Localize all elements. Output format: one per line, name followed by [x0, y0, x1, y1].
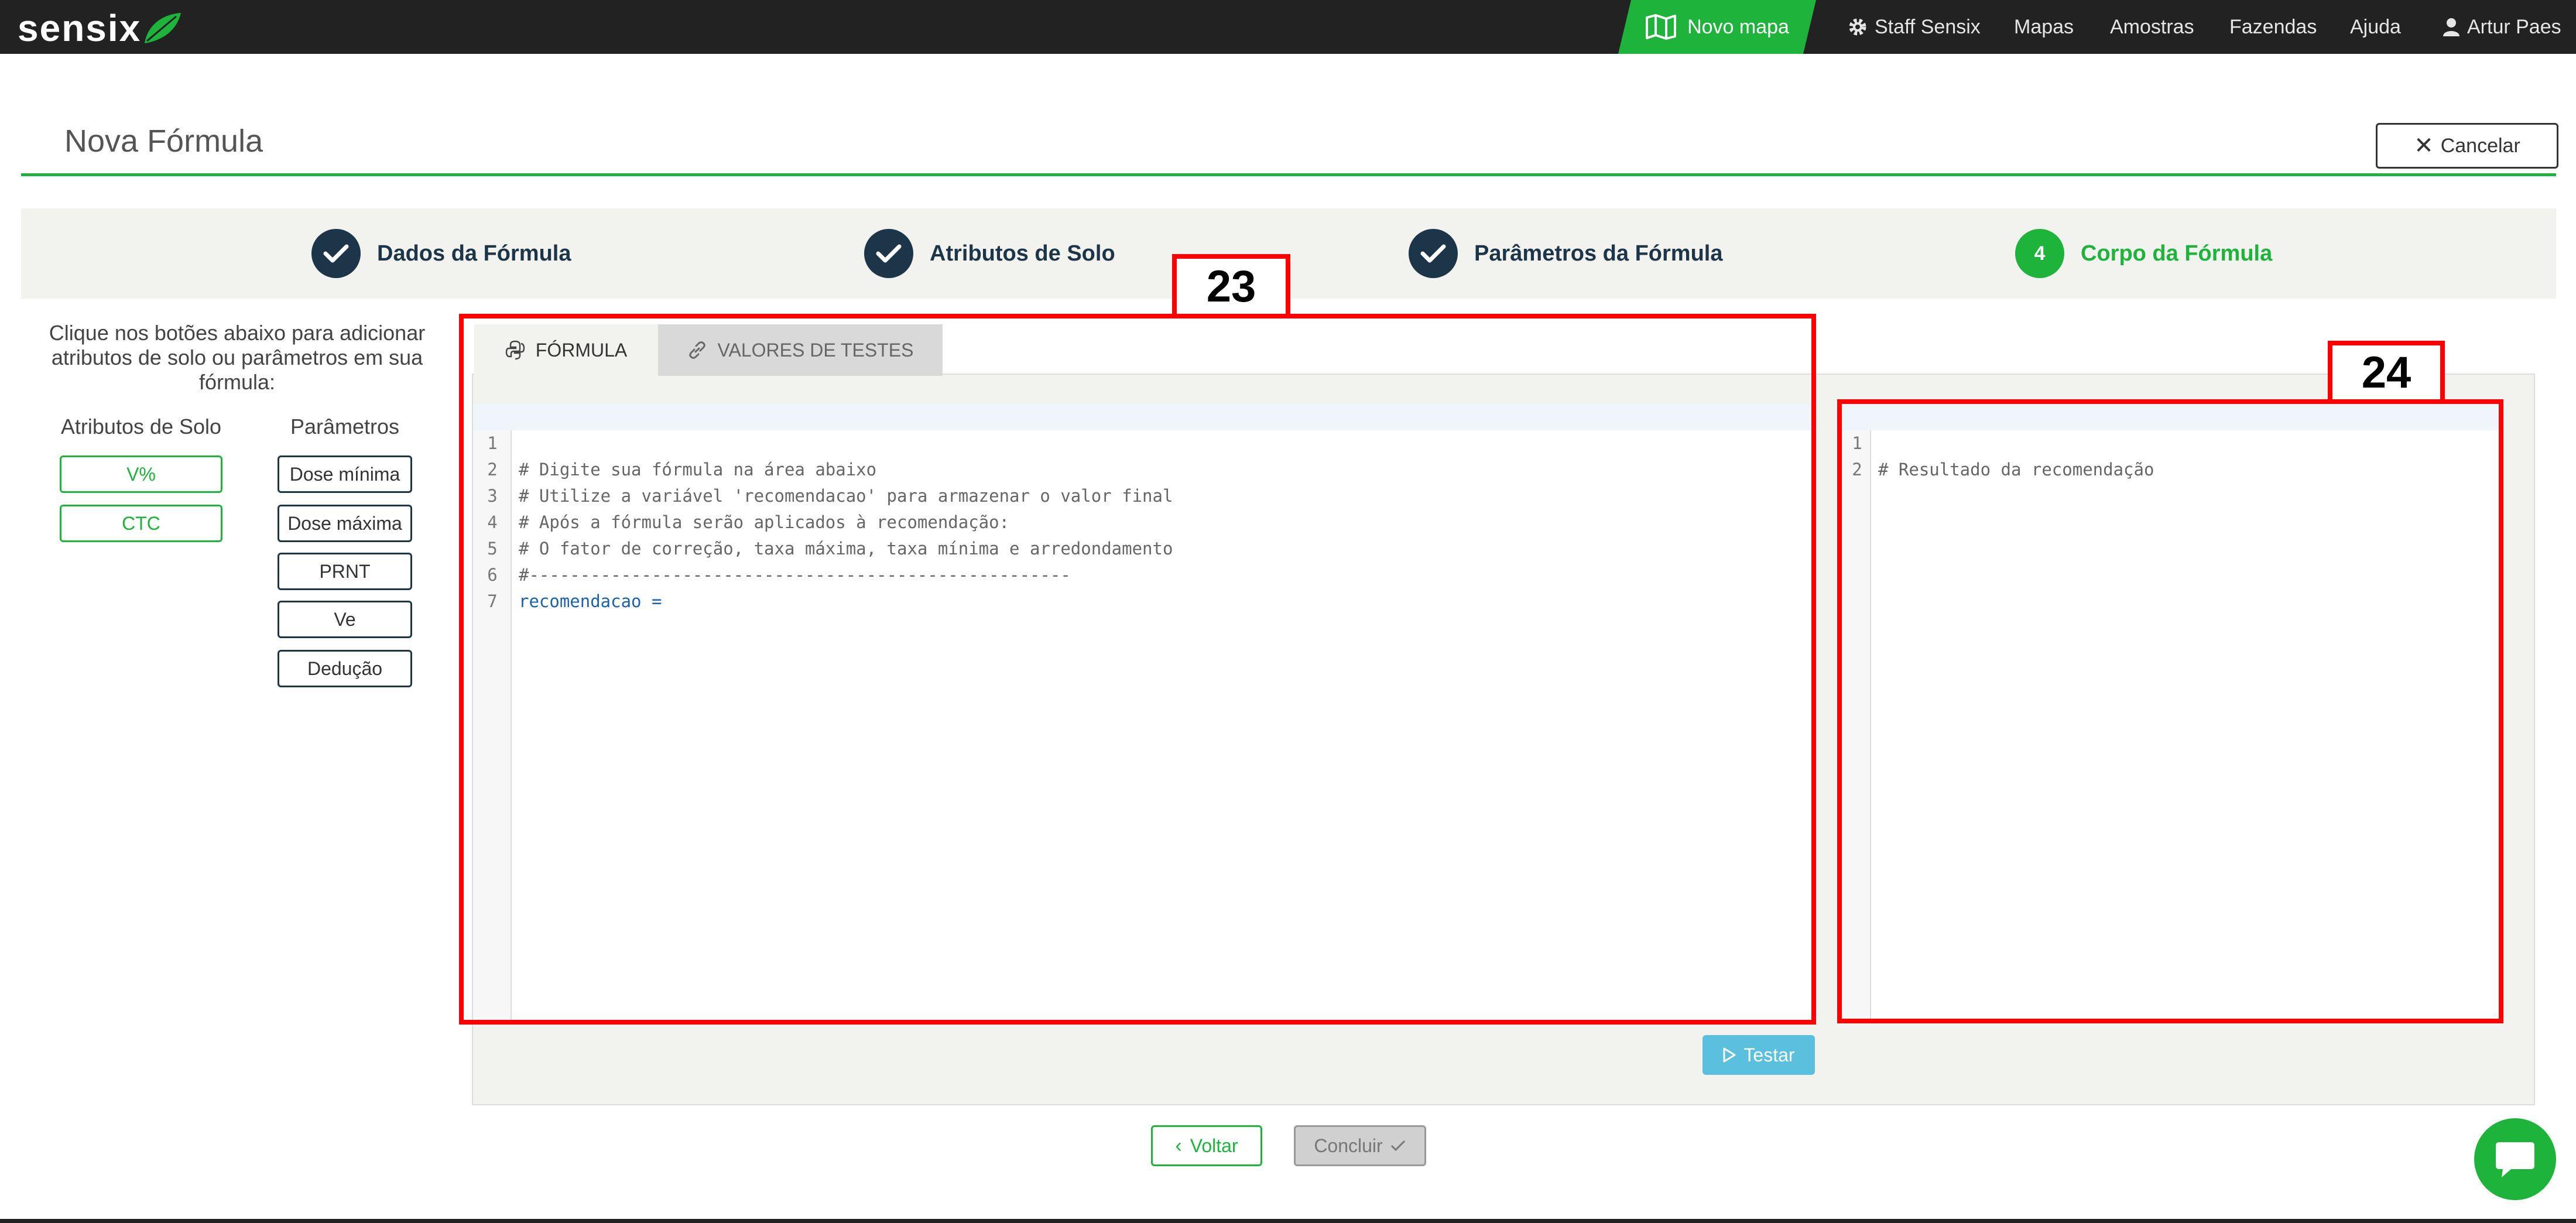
test-label: Testar: [1743, 1044, 1795, 1066]
nav-amostras[interactable]: Amostras: [2110, 0, 2194, 54]
logo-text: sensix: [18, 7, 142, 49]
parameter-button-deducao[interactable]: Dedução: [278, 650, 412, 687]
attribute-button-v-percent[interactable]: V%: [60, 455, 222, 493]
finish-button[interactable]: Concluir: [1294, 1125, 1426, 1166]
nav-amostras-label: Amostras: [2110, 15, 2194, 38]
back-button[interactable]: ‹ Voltar: [1151, 1125, 1262, 1166]
back-label: Voltar: [1190, 1135, 1238, 1156]
finish-label: Concluir: [1314, 1135, 1383, 1156]
chat-icon: [2496, 1142, 2534, 1177]
nav-mapas[interactable]: Mapas: [2014, 0, 2074, 54]
parameter-button-dose-maxima[interactable]: Dose máxima: [278, 505, 412, 542]
nav-mapas-label: Mapas: [2014, 15, 2074, 38]
check-icon: [1409, 229, 1458, 278]
parameters-heading: Parâmetros: [290, 414, 400, 439]
nav-staff-sensix[interactable]: Staff Sensix: [1848, 0, 1981, 54]
close-icon: ✕: [2414, 133, 2434, 159]
check-icon: [311, 229, 361, 278]
novo-mapa-label: Novo mapa: [1687, 15, 1789, 38]
step-number-badge: 4: [2015, 229, 2064, 278]
cancel-label: Cancelar: [2440, 134, 2520, 157]
attribute-button-ctc[interactable]: CTC: [60, 505, 222, 542]
nav-user-label: Artur Paes: [2467, 15, 2561, 38]
step-corpo-da-formula[interactable]: 4 Corpo da Fórmula: [2015, 208, 2272, 299]
nav-user-menu[interactable]: Artur Paes: [2443, 0, 2561, 54]
leaf-icon: [145, 13, 181, 43]
parameter-button-ve[interactable]: Ve: [278, 601, 412, 638]
map-icon: [1645, 14, 1677, 40]
title-divider: [21, 173, 2556, 176]
attributes-heading: Atributos de Solo: [60, 414, 222, 439]
nav-ajuda[interactable]: Ajuda: [2350, 0, 2401, 54]
step-label: Atributos de Solo: [930, 241, 1115, 266]
step-label: Parâmetros da Fórmula: [1474, 241, 1723, 266]
nav-fazendas-label: Fazendas: [2229, 15, 2317, 38]
top-navbar: sensix Novo mapa Staff Sensix Mapas Amos…: [0, 0, 2576, 54]
annotation-box-23: [459, 314, 1816, 1025]
step-label: Corpo da Fórmula: [2081, 241, 2273, 266]
check-icon: [864, 229, 913, 278]
sensix-logo[interactable]: sensix: [18, 7, 183, 49]
step-atributos-de-solo[interactable]: Atributos de Solo: [864, 208, 1115, 299]
novo-mapa-button[interactable]: Novo mapa: [1618, 0, 1816, 54]
play-icon: [1723, 1047, 1736, 1063]
cancel-button[interactable]: ✕ Cancelar: [2376, 123, 2558, 169]
page-title: Nova Fórmula: [64, 124, 263, 159]
check-icon: [1390, 1140, 1405, 1152]
annotation-label-24: 24: [2328, 341, 2445, 404]
parameter-button-dose-minima[interactable]: Dose mínima: [278, 455, 412, 493]
nav-fazendas[interactable]: Fazendas: [2229, 0, 2317, 54]
step-dados-da-formula[interactable]: Dados da Fórmula: [311, 208, 571, 299]
gear-icon: [1849, 18, 1866, 36]
nav-ajuda-label: Ajuda: [2350, 15, 2401, 38]
chevron-left-icon: ‹: [1175, 1134, 1182, 1157]
instructions-text: Clique nos botões abaixo para adicionar …: [49, 321, 426, 394]
step-parametros-da-formula[interactable]: Parâmetros da Fórmula: [1409, 208, 1722, 299]
annotation-box-24: [1837, 399, 2503, 1023]
step-label: Dados da Fórmula: [377, 241, 571, 266]
bottom-edge-bar: [0, 1219, 2576, 1223]
chat-support-button[interactable]: [2474, 1118, 2556, 1200]
user-icon: [2443, 18, 2459, 36]
annotation-label-23: 23: [1172, 254, 1290, 318]
parameter-button-prnt[interactable]: PRNT: [278, 553, 412, 590]
test-button[interactable]: Testar: [1703, 1035, 1815, 1075]
nav-staff-sensix-label: Staff Sensix: [1875, 15, 1981, 38]
